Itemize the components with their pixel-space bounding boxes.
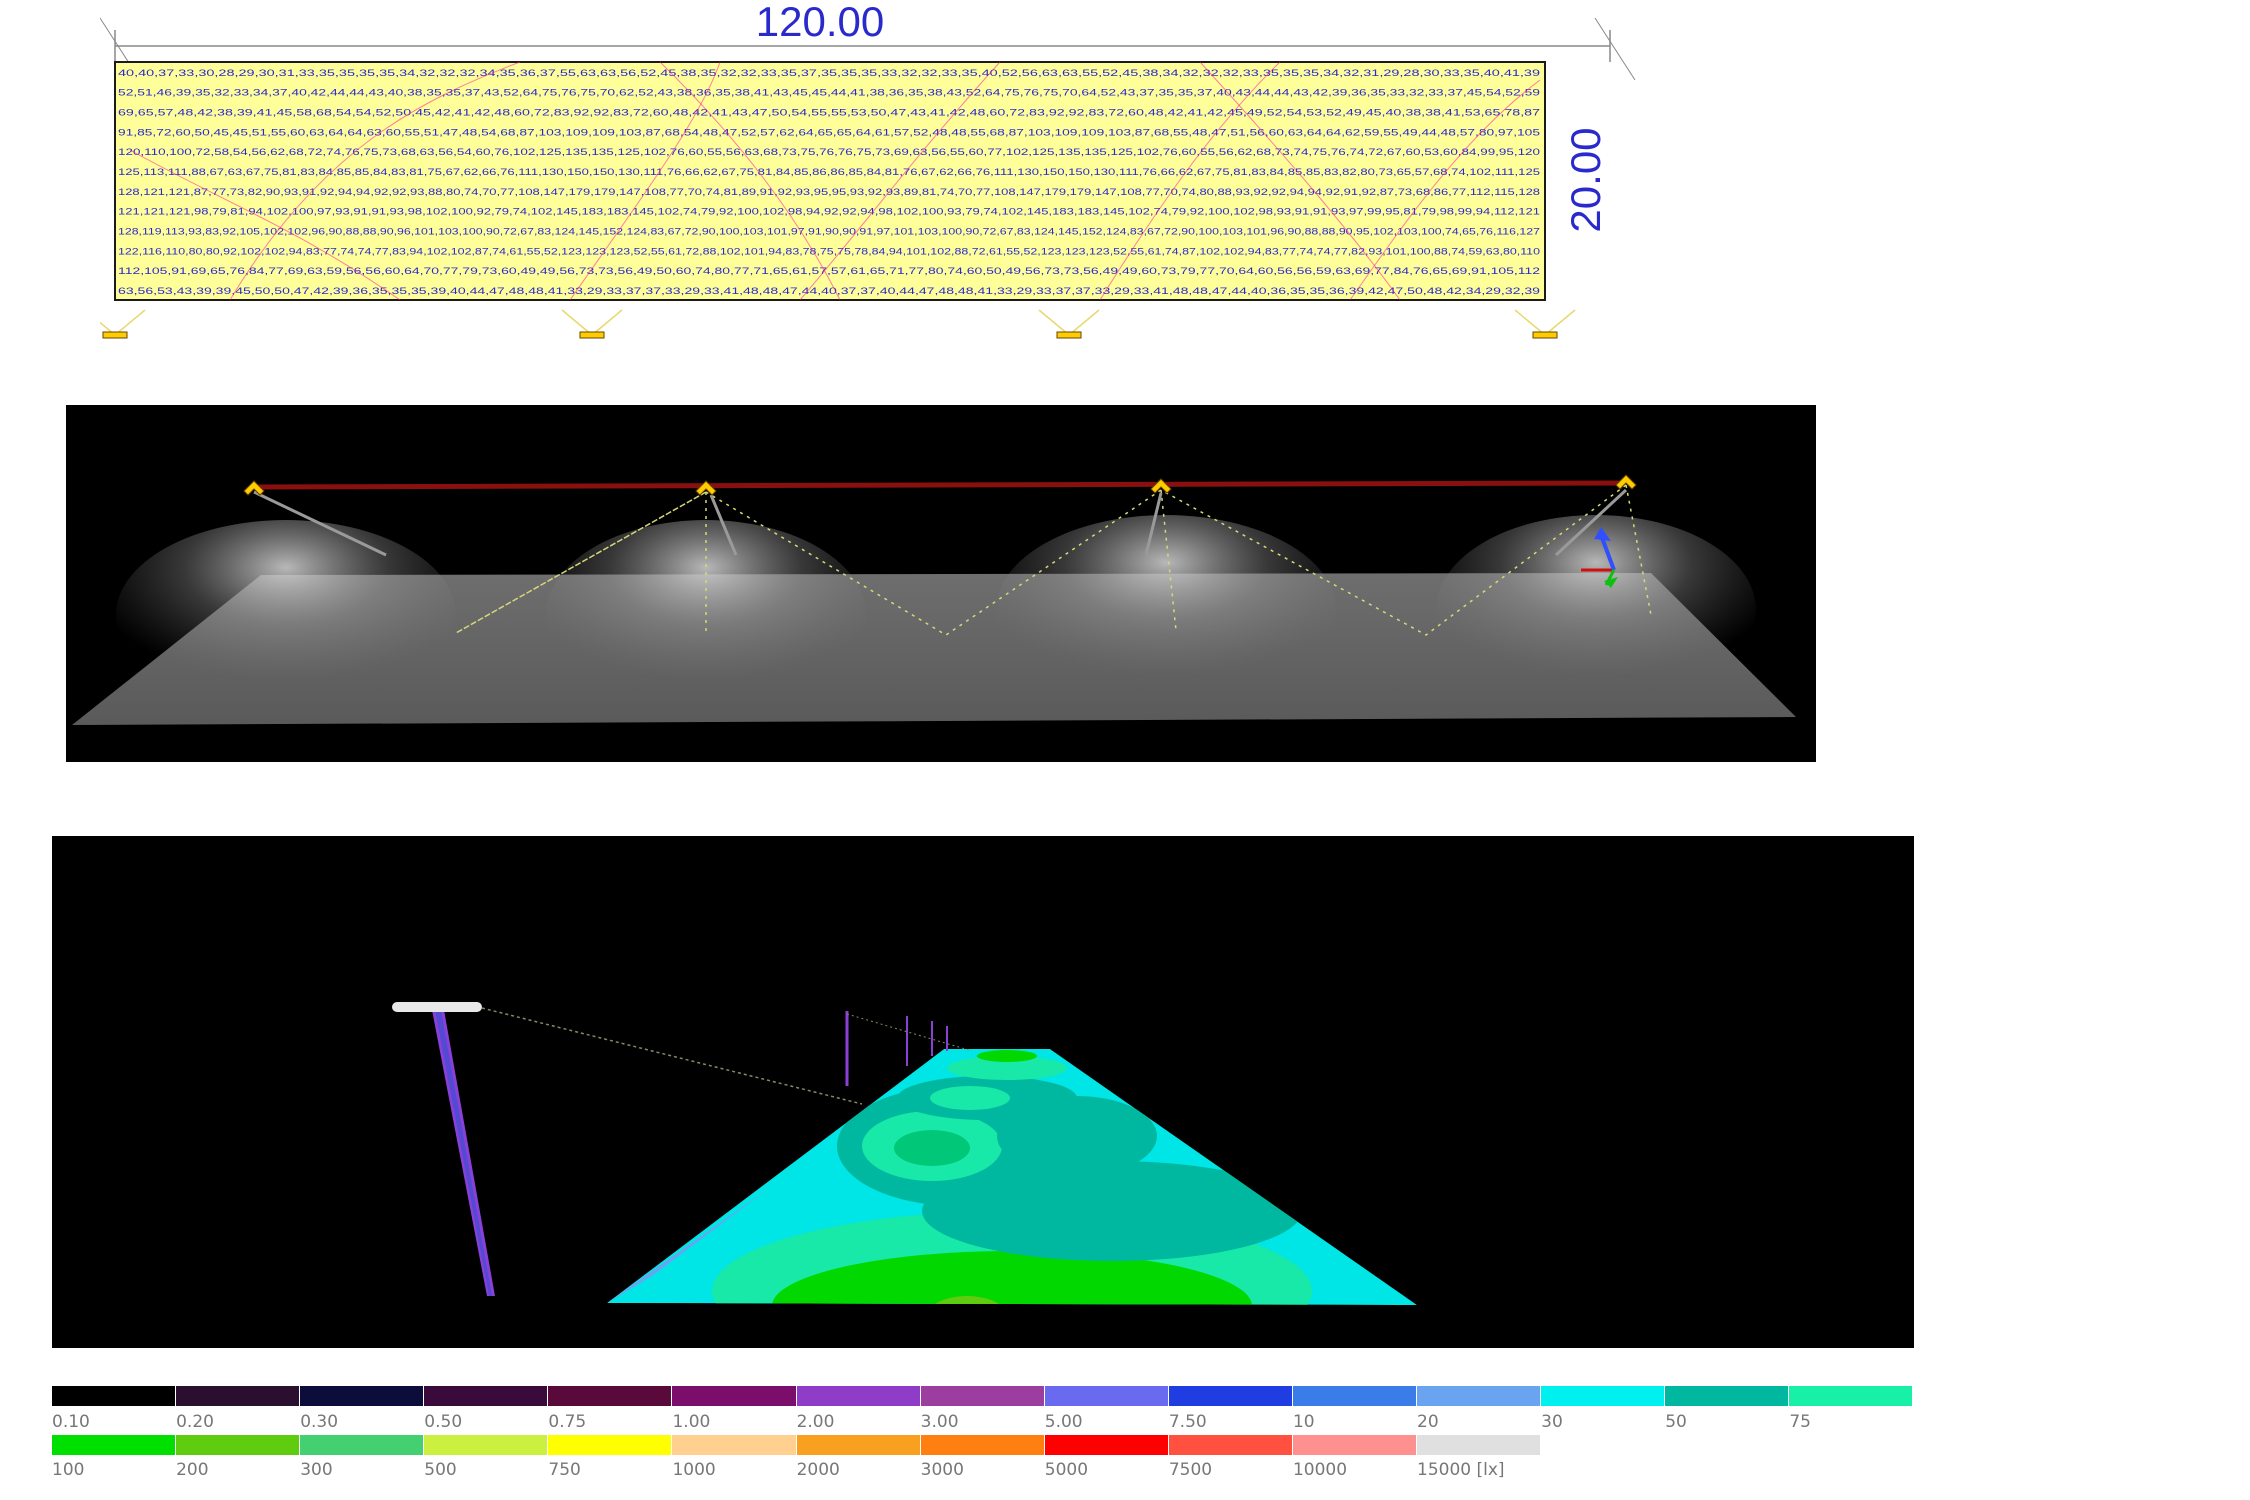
render-3d-svg [72,474,1796,725]
legend-label-row1-5: 1.00 [672,1412,711,1432]
legend-label-row2-6: 2000 [796,1460,840,1480]
luminaire-marker-1 [84,309,146,339]
legend-swatch-row2-11 [1417,1435,1542,1455]
render-3d-view [66,405,1816,762]
legend-label-row2-2: 300 [300,1460,333,1480]
legend-row-2-labels: 100 200 300 500 750 1000 2000 3000 5000 7500 10000… [52,1460,1542,1480]
legend-row-1-swatches [52,1386,1914,1406]
legend-label-row1-8: 5.00 [1044,1412,1083,1432]
dim-diag-right [1594,17,1636,81]
legend-swatch-row2-6 [796,1435,921,1455]
legend-label-row2-3: 500 [424,1460,457,1480]
grid-row-9: 122,116,110,80,80,92,102,102,94,83,77,74… [118,246,1540,256]
luminaire-marker-3 [1038,309,1100,339]
legend-label-row2-4: 750 [548,1460,581,1480]
luminaire-markers [84,309,1576,339]
zone-75-far [930,1086,1010,1110]
legend-label-row2-11: 15000 [lx] [1417,1460,1505,1480]
legend-swatch-row1-0 [52,1386,177,1406]
legend-row-2-swatches [52,1435,1542,1455]
legend-swatch-row2-4 [548,1435,673,1455]
zone-100-farthest [977,1050,1037,1062]
legend-swatch-row2-7 [920,1435,1045,1455]
grid-row-1: 52,51,46,39,35,32,33,34,37,40,42,44,44,4… [118,88,1540,98]
legend-label-row2-8: 5000 [1044,1460,1089,1480]
light-pool-4 [1436,515,1756,705]
zone-100-mid [894,1130,970,1166]
legend-label-row1-2: 0.30 [300,1412,339,1432]
legend-swatch-row1-13 [1665,1386,1790,1406]
legend-swatch-row1-5 [672,1386,797,1406]
legend-label-row1-6: 2.00 [796,1412,835,1432]
legend-swatch-row1-14 [1789,1386,1914,1406]
luminaire-near [392,1002,482,1012]
overhead-cable [253,480,1627,490]
luminaire-marker-2 [561,309,623,339]
pole-near-shade [435,1010,492,1296]
legend-swatch-row2-9 [1168,1435,1293,1455]
legend-label-row1-7: 3.00 [920,1412,959,1432]
legend-swatch-row1-10 [1292,1386,1418,1406]
legend-label-row1-4: 0.75 [548,1412,587,1432]
legend-label-row1-9: 7.50 [1168,1412,1207,1432]
legend-swatch-row1-6 [796,1386,921,1406]
legend-label-row2-0: 100 [52,1460,85,1480]
grid-row-7: 121,121,121,98,79,81,94,102,100,97,93,91… [118,207,1540,217]
grid-row-2: 69,65,57,48,42,38,39,41,45,58,68,54,54,5… [118,108,1540,118]
legend-swatch-row1-12 [1541,1386,1666,1406]
grid-row-6: 128,121,121,87,77,73,82,90,93,91,92,94,9… [118,187,1540,197]
color-legend: 0.10 0.20 0.30 0.50 0.75 1.00 2.00 3.00 5.00 7.50… [52,1386,1914,1496]
legend-label-row2-9: 7500 [1168,1460,1213,1480]
legend-label-row1-10: 10 [1292,1412,1315,1432]
width-dimension-label: 120.00 [756,0,884,45]
legend-swatch-row2-2 [300,1435,425,1455]
legend-row-1-labels: 0.10 0.20 0.30 0.50 0.75 1.00 2.00 3.00 5.00 7.50… [52,1412,1914,1432]
legend-swatch-row1-7 [920,1386,1045,1406]
legend-swatch-row2-8 [1044,1435,1169,1455]
legend-label-row1-3: 0.50 [424,1412,463,1432]
legend-label-row1-0: 0.10 [52,1412,90,1432]
aim-line-far [846,1013,973,1052]
legend-label-row2-1: 200 [176,1460,209,1480]
zone-200-near [927,1296,1007,1305]
legend-label-row1-11: 20 [1417,1412,1439,1432]
legend-swatch-row2-0 [52,1435,177,1455]
false-color-view [52,836,1914,1348]
road-surface [607,1049,1417,1305]
height-dimension-label: 20.00 [1562,127,1609,232]
legend-swatch-row1-1 [176,1386,301,1406]
legend-label-row1-14: 75 [1789,1412,1811,1432]
legend-label-row1-1: 0.20 [176,1412,214,1432]
legend-swatch-row1-4 [548,1386,673,1406]
legend-label-row1-13: 50 [1665,1412,1687,1432]
grid-row-11: 63,56,53,43,39,39,45,50,50,47,42,39,36,3… [118,286,1540,296]
plan-view: 120.00 20.00 40,40,37,33,30,28,29,30,31,… [84,0,1721,345]
legend-swatch-row1-8 [1044,1386,1169,1406]
grid-row-8: 128,119,113,93,83,92,105,102,102,96,90,8… [118,227,1540,237]
aim-line-near [481,1007,863,1105]
legend-label-row2-10: 10000 [1292,1460,1348,1480]
legend-swatch-row1-9 [1168,1386,1293,1406]
grid-row-4: 120,110,100,72,58,54,56,62,68,72,74,76,7… [118,147,1540,157]
legend-swatch-row1-2 [300,1386,425,1406]
grid-row-10: 112,105,91,69,65,76,84,77,69,63,59,56,56… [118,266,1540,276]
legend-swatch-row2-3 [424,1435,549,1455]
legend-swatch-row1-11 [1417,1386,1542,1406]
legend-swatch-row2-5 [672,1435,797,1455]
zone-50-band [922,1161,1302,1261]
legend-label-row2-5: 1000 [672,1460,716,1480]
luminaire-marker-4 [1514,309,1576,339]
grid-row-0: 40,40,37,33,30,28,29,30,31,33,35,35,35,3… [118,68,1540,78]
legend-swatch-row2-1 [176,1435,301,1455]
legend-label-row2-7: 3000 [920,1460,964,1480]
light-pool-3 [996,515,1336,705]
grid-row-3: 91,85,72,60,50,45,45,51,55,60,63,64,64,6… [118,127,1540,137]
legend-swatch-row1-3 [424,1386,549,1406]
false-color-svg [392,1002,1417,1305]
plan-svg: 120.00 20.00 40,40,37,33,30,28,29,30,31,… [84,0,1721,339]
light-pool-1 [116,520,456,710]
legend-swatch-row2-10 [1292,1435,1418,1455]
legend-label-row1-12: 30 [1541,1412,1563,1432]
